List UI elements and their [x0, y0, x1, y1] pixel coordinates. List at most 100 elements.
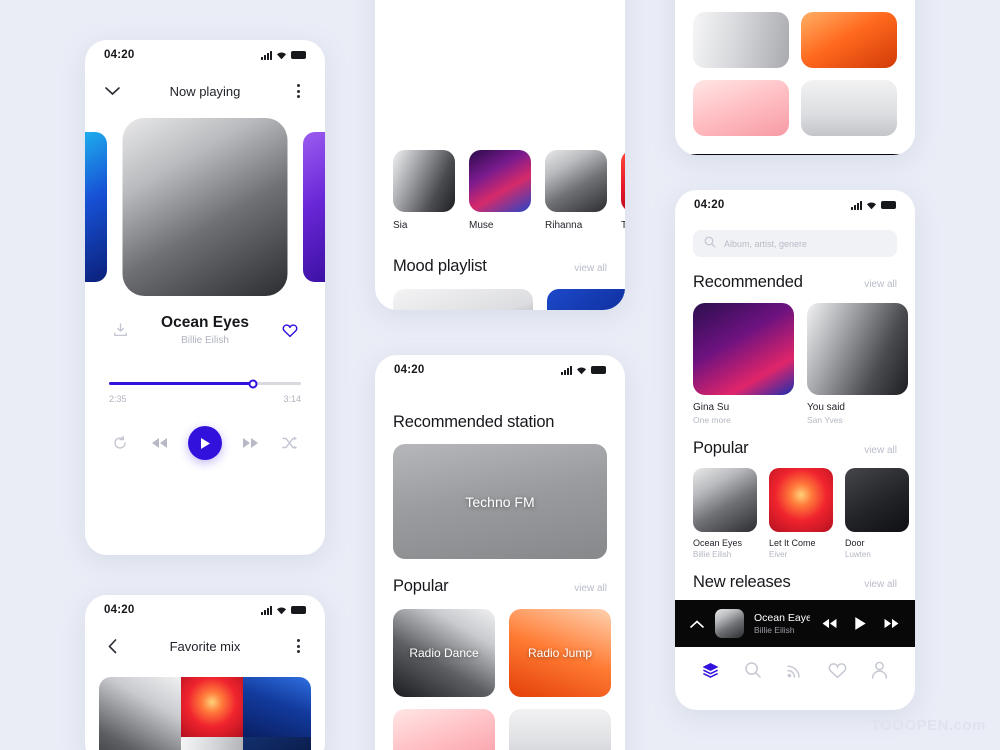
mood-card-row[interactable]: Journey Retro: [375, 289, 625, 310]
favorite-mix-tile[interactable]: [180, 677, 243, 737]
nav-heart-icon[interactable]: [826, 659, 848, 681]
rewind-icon[interactable]: [820, 617, 839, 630]
progress-knob[interactable]: [248, 379, 258, 388]
recommended-card[interactable]: Gina Su One more: [693, 303, 794, 425]
radio-tile-grid[interactable]: [675, 12, 915, 136]
carousel-next-art[interactable]: [303, 132, 325, 282]
radio-tile[interactable]: [801, 80, 897, 136]
recommended-card-row[interactable]: Gina SuOne moreYou saidSan YvesAkHo: [675, 303, 915, 425]
album-carousel[interactable]: [85, 118, 325, 296]
nav-profile-icon[interactable]: [869, 659, 891, 681]
fast-forward-icon[interactable]: [240, 432, 262, 454]
favorite-mix-tile[interactable]: [242, 677, 311, 737]
mini-player-controls: [820, 616, 901, 631]
popular-card[interactable]: Let It Come Eiver: [769, 468, 833, 559]
section-title: Mood playlist: [393, 257, 487, 275]
popular-card-title: Door: [845, 538, 865, 548]
more-vertical-icon[interactable]: [287, 635, 309, 657]
status-time: 04:20: [394, 364, 425, 376]
station-popular-card[interactable]: [393, 709, 495, 750]
battery-icon: [291, 51, 306, 59]
station-popular-label: Radio Jump: [527, 646, 593, 660]
mini-player-thumb: [715, 609, 744, 638]
fast-forward-icon[interactable]: [882, 617, 901, 630]
signal-icon: [561, 365, 572, 375]
track-info: Ocean Eyes Billie Eilish: [85, 314, 325, 346]
more-vertical-icon[interactable]: [287, 80, 309, 102]
view-all-link[interactable]: view all: [864, 445, 897, 456]
phone-favorite-mix: 04:20 Favorite mix: [85, 595, 325, 750]
station-popular-card[interactable]: Radio Dance: [393, 609, 495, 697]
station-card[interactable]: Techno FM: [393, 444, 607, 559]
recommended-card[interactable]: You said San Yves: [807, 303, 908, 425]
artist-item[interactable]: Muse: [469, 150, 531, 231]
progress-section: 2:35 3:14: [85, 379, 325, 404]
radio-tile[interactable]: [801, 12, 897, 68]
new-releases-section-header: New releases view all: [675, 573, 915, 592]
album-art[interactable]: [122, 118, 288, 296]
wifi-icon: [276, 606, 287, 615]
mini-player[interactable]: Ocean Eayes Billie Eilish: [675, 600, 915, 647]
repeat-icon[interactable]: [109, 432, 131, 454]
favorite-mix-tile[interactable]: [242, 737, 311, 750]
view-all-link[interactable]: view all: [574, 583, 607, 594]
chevron-up-icon[interactable]: [689, 619, 705, 628]
favorite-mix-tile[interactable]: [180, 737, 243, 750]
play-button[interactable]: [188, 426, 222, 460]
popular-card[interactable]: Ocean Eyes Billie Eilish: [693, 468, 757, 559]
popular-card-row-2[interactable]: [375, 709, 625, 750]
bottom-nav[interactable]: [675, 647, 915, 693]
progress-slider[interactable]: [109, 379, 301, 388]
radio-tile[interactable]: [693, 80, 789, 136]
carousel-prev-art[interactable]: [85, 132, 107, 282]
signal-icon: [261, 50, 272, 60]
view-all-link[interactable]: view all: [574, 263, 607, 274]
recommended-card-title: Gina Su: [693, 402, 730, 413]
search-input[interactable]: Album, artist, genere: [724, 239, 807, 249]
view-all-link[interactable]: view all: [864, 279, 897, 290]
artist-row[interactable]: Sia Muse Rihanna The Weeknd: [375, 150, 625, 231]
nav-radio-icon[interactable]: [784, 659, 806, 681]
station-section-header: Recommended station: [375, 413, 625, 432]
status-bar: 04:20: [85, 595, 325, 625]
favorite-mix-tile[interactable]: [99, 677, 181, 750]
wifi-icon: [866, 201, 877, 210]
download-icon[interactable]: [109, 319, 131, 341]
phone-now-playing: 04:20 Now playing Ocean Eyes Billie Eili…: [85, 40, 325, 555]
radio-tile[interactable]: [693, 12, 789, 68]
artist-avatar: [469, 150, 531, 212]
search-bar[interactable]: Album, artist, genere: [693, 230, 897, 257]
station-popular-card[interactable]: Radio Jump: [509, 609, 611, 697]
chevron-down-icon[interactable]: [101, 80, 123, 102]
rewind-icon[interactable]: [149, 432, 171, 454]
section-title: Recommended: [693, 273, 803, 291]
track-artist: Billie Eilish: [181, 335, 229, 346]
chevron-left-icon[interactable]: [101, 635, 123, 657]
popular-card[interactable]: Door Luwten: [845, 468, 909, 559]
mood-card[interactable]: Journey: [393, 289, 533, 310]
artist-avatar: [393, 150, 455, 212]
mood-card[interactable]: Retro: [547, 289, 625, 310]
artist-item[interactable]: Rihanna: [545, 150, 607, 231]
popular-card-art: [845, 468, 909, 532]
play-icon: [200, 437, 210, 449]
popular-card-row[interactable]: Radio Dance Radio Jump: [375, 609, 625, 697]
mini-player[interactable]: Radio Jump 105.2 FM: [675, 154, 915, 155]
artist-item[interactable]: Sia: [393, 150, 455, 231]
mini-player-meta: Ocean Eayes Billie Eilish: [754, 612, 810, 635]
nav-library-icon[interactable]: [699, 659, 721, 681]
shuffle-icon[interactable]: [279, 432, 301, 454]
popular-card-subtitle: Eiver: [769, 550, 788, 559]
station-popular-card[interactable]: [509, 709, 611, 750]
artist-item[interactable]: The Weeknd: [621, 150, 625, 231]
view-all-link[interactable]: view all: [864, 579, 897, 590]
popular-card-subtitle: Billie Eilish: [693, 550, 732, 559]
recommended-card-subtitle: San Yves: [807, 415, 843, 425]
recommended-card-title: You said: [807, 402, 845, 413]
popular-card-row[interactable]: Ocean Eyes Billie Eilish Let It Come Eiver D…: [675, 468, 915, 559]
heart-icon[interactable]: [279, 319, 301, 341]
play-icon[interactable]: [854, 616, 867, 631]
favorite-mix-grid[interactable]: [99, 677, 311, 750]
nav-search-icon[interactable]: [742, 659, 764, 681]
signal-icon: [851, 200, 862, 210]
